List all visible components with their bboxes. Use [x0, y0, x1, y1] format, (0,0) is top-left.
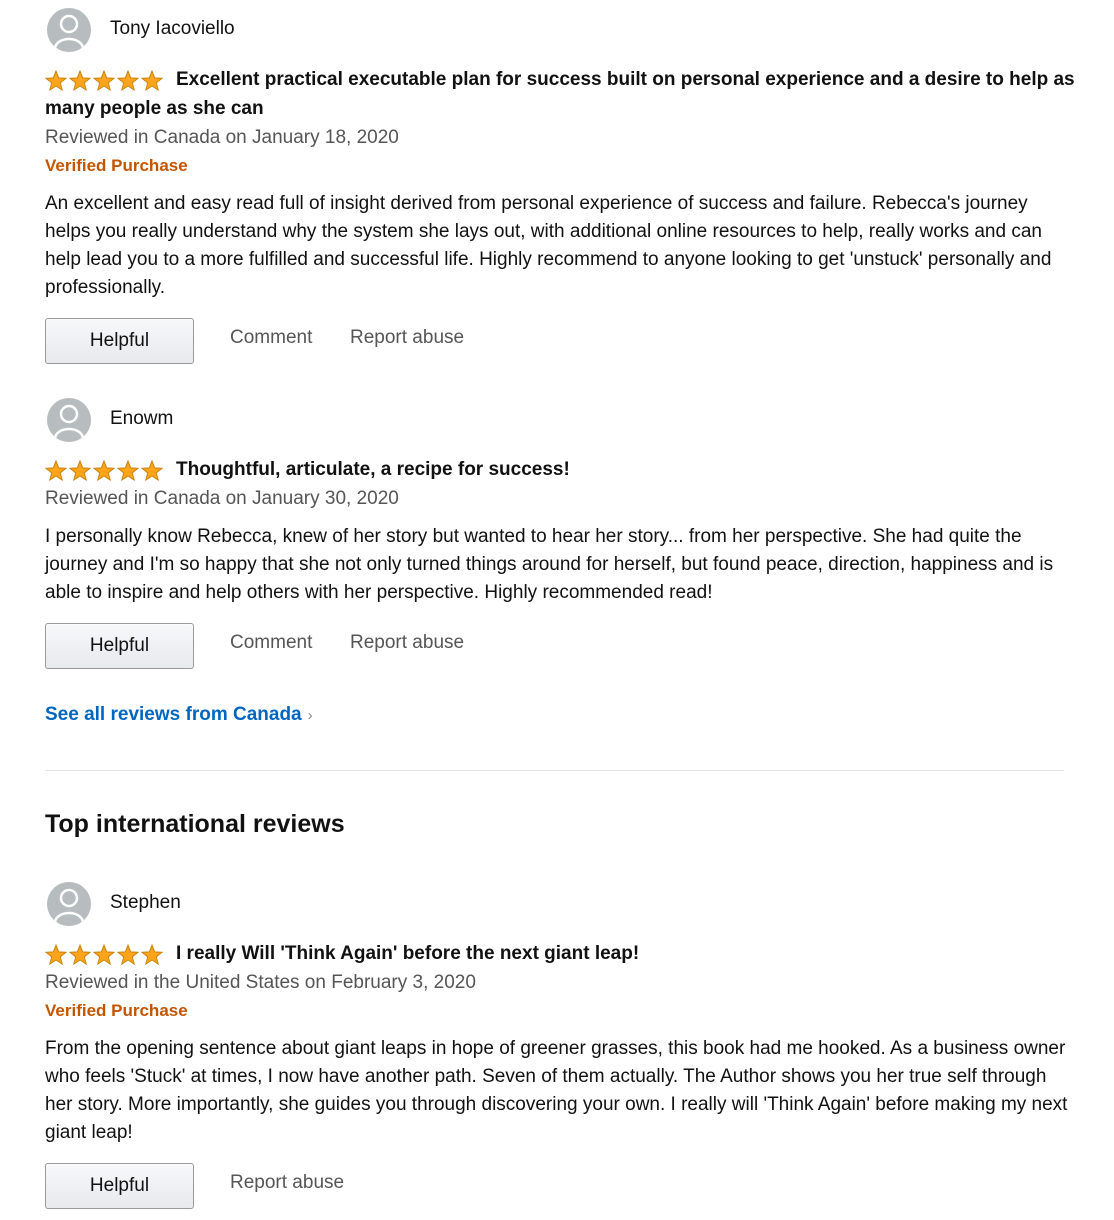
reviewer-profile[interactable]: Enowm — [45, 394, 1075, 442]
star-icon — [116, 944, 140, 966]
review-title-line: I really Will 'Think Again' before the n… — [45, 940, 1075, 969]
helpful-button[interactable]: Helpful — [45, 623, 194, 669]
star-icon — [116, 460, 140, 482]
star-icon — [140, 70, 164, 92]
star-icon — [92, 944, 116, 966]
reviewer-name[interactable]: Tony Iacoviello — [110, 18, 235, 40]
review-body: I personally know Rebecca, knew of her s… — [45, 526, 1054, 603]
reviewer-name[interactable]: Enowm — [110, 408, 173, 430]
review-actions: Helpful Report abuse — [45, 1163, 1075, 1211]
report-abuse-link[interactable]: Report abuse — [230, 1172, 344, 1194]
star-icon — [45, 70, 68, 92]
see-all-reviews-link[interactable]: See all reviews from Canada › — [45, 704, 313, 726]
see-all-reviews-label[interactable]: See all reviews from Canada — [45, 704, 302, 725]
section-divider — [45, 770, 1064, 771]
review-card: Enowm Thoughtful, articulate, a recipe f… — [45, 394, 1075, 671]
review-title[interactable]: Excellent practical executable plan for … — [45, 69, 1075, 119]
star-icon — [140, 460, 164, 482]
review-date: Reviewed in Canada on January 18, 2020 — [45, 127, 399, 148]
reviewer-profile[interactable]: Stephen — [45, 878, 1075, 926]
star-icon — [92, 460, 116, 482]
star-icon — [116, 70, 140, 92]
star-rating[interactable] — [45, 460, 165, 482]
star-icon — [68, 460, 92, 482]
comment-link[interactable]: Comment — [230, 632, 312, 654]
helpful-button[interactable]: Helpful — [45, 318, 194, 364]
star-rating[interactable] — [45, 944, 165, 966]
review-title-line: Thoughtful, articulate, a recipe for suc… — [45, 456, 1075, 485]
verified-purchase-badge: Verified Purchase — [45, 156, 188, 175]
review-actions: Helpful Comment Report abuse — [45, 318, 1075, 366]
review-date: Reviewed in Canada on January 30, 2020 — [45, 488, 399, 509]
star-icon — [68, 944, 92, 966]
helpful-button[interactable]: Helpful — [45, 1163, 194, 1209]
star-icon — [45, 460, 68, 482]
review-date: Reviewed in the United States on Februar… — [45, 972, 476, 993]
reviewer-profile[interactable]: Tony Iacoviello — [45, 4, 1075, 52]
report-abuse-link[interactable]: Report abuse — [350, 632, 464, 654]
review-card: Stephen I really Will 'Think Again' befo… — [45, 878, 1075, 1211]
chevron-right-icon: › — [307, 707, 313, 724]
comment-link[interactable]: Comment — [230, 327, 312, 349]
review-title-line: Excellent practical executable plan for … — [45, 66, 1075, 124]
review-title[interactable]: Thoughtful, articulate, a recipe for suc… — [176, 459, 570, 480]
avatar-icon[interactable] — [47, 8, 91, 52]
star-rating[interactable] — [45, 70, 165, 92]
star-icon — [92, 70, 116, 92]
review-card: Tony Iacoviello Excellent practical exec… — [45, 4, 1075, 366]
review-body: An excellent and easy read full of insig… — [45, 193, 1052, 298]
star-icon — [140, 944, 164, 966]
review-title[interactable]: I really Will 'Think Again' before the n… — [176, 943, 639, 964]
avatar-icon[interactable] — [47, 398, 91, 442]
international-reviews-heading: Top international reviews — [45, 810, 345, 838]
review-body: From the opening sentence about giant le… — [45, 1038, 1068, 1143]
star-icon — [68, 70, 92, 92]
avatar-icon[interactable] — [47, 882, 91, 926]
reviewer-name[interactable]: Stephen — [110, 892, 181, 914]
report-abuse-link[interactable]: Report abuse — [350, 327, 464, 349]
verified-purchase-badge: Verified Purchase — [45, 1001, 188, 1020]
review-actions: Helpful Comment Report abuse — [45, 623, 1075, 671]
star-icon — [45, 944, 68, 966]
